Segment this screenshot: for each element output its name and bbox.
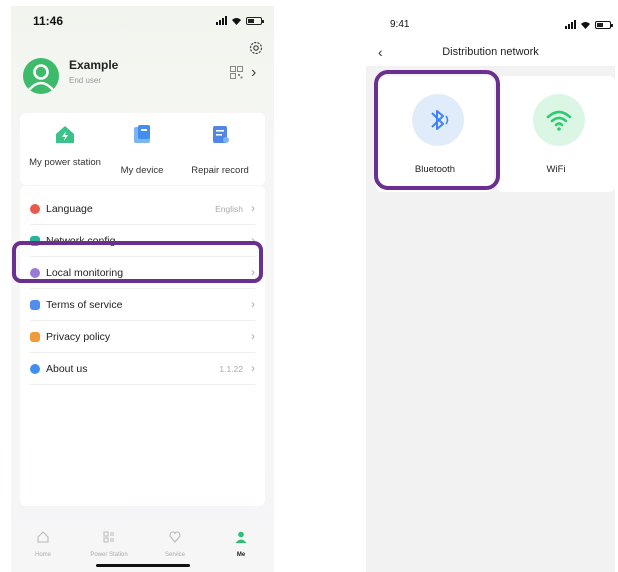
wifi-status-icon — [581, 22, 590, 29]
privacy-icon — [30, 332, 40, 342]
language-icon — [30, 204, 40, 214]
highlight-box-local-monitoring — [12, 241, 263, 283]
page-title: Distribution network — [442, 46, 539, 58]
menu-item-value: English — [215, 204, 243, 214]
tab-label: Power Station — [90, 552, 128, 558]
divider — [30, 288, 255, 289]
quick-item-label: My power station — [29, 157, 101, 168]
user-avatar-icon — [28, 64, 54, 91]
wifi-icon — [546, 110, 572, 131]
home-icon — [37, 531, 49, 543]
divider — [30, 224, 255, 225]
about-icon — [30, 364, 40, 374]
highlight-box-bluetooth — [374, 70, 500, 190]
signal-icon — [565, 20, 576, 29]
home-indicator — [96, 564, 190, 567]
divider — [30, 320, 255, 321]
battery-icon — [246, 16, 264, 25]
option-label: WiFi — [546, 164, 566, 175]
status-icons — [216, 16, 264, 25]
menu-item-value: 1.1.22 — [219, 364, 243, 374]
settings-menu: Language English › Network config › Loca… — [20, 186, 265, 506]
menu-item-label: About us — [46, 363, 88, 375]
tab-label: Me — [236, 552, 246, 558]
quick-item-my-device[interactable]: My device — [102, 123, 182, 176]
status-bar: 11:46 — [11, 6, 274, 34]
settings-gear-icon[interactable] — [248, 40, 264, 56]
status-time: 11:46 — [33, 14, 64, 28]
avatar[interactable] — [23, 58, 59, 94]
menu-item-language[interactable]: Language English › — [20, 194, 265, 225]
quick-item-repair-record[interactable]: Repair record — [180, 123, 260, 176]
chevron-right-icon: › — [251, 201, 255, 215]
tab-home[interactable]: Home — [17, 530, 69, 558]
status-bar: 9:41 ‹ Distribution network — [366, 6, 615, 66]
power-station-tab-icon — [103, 531, 114, 543]
signal-icon — [216, 16, 227, 25]
quick-item-label: My device — [120, 165, 164, 176]
tab-label: Home — [34, 552, 51, 558]
menu-item-terms-of-service[interactable]: Terms of service › — [20, 290, 265, 321]
menu-item-label: Privacy policy — [46, 331, 111, 343]
me-icon — [235, 531, 247, 543]
menu-item-about-us[interactable]: About us 1.1.22 › — [20, 354, 265, 385]
quick-item-label: Repair record — [191, 165, 249, 176]
qr-code-icon[interactable] — [230, 66, 243, 79]
tab-me[interactable]: Me — [215, 530, 267, 558]
tab-power-station[interactable]: Power Station — [83, 530, 135, 558]
profile-role: End user — [69, 76, 102, 85]
chevron-right-icon: › — [251, 297, 255, 311]
status-time: 9:41 — [390, 19, 410, 30]
wifi-status-icon — [232, 18, 241, 25]
menu-item-label: Terms of service — [46, 299, 123, 311]
chevron-right-icon: › — [251, 329, 255, 343]
wifi-option[interactable]: WiFi — [497, 76, 615, 192]
repair-record-icon — [213, 126, 229, 143]
battery-icon — [595, 20, 613, 29]
device-icon — [134, 125, 150, 143]
divider — [30, 384, 255, 385]
me-screen: 11:46 Example End user › My power statio… — [11, 6, 274, 572]
profile-name: Example — [69, 58, 119, 72]
menu-item-privacy-policy[interactable]: Privacy policy › — [20, 322, 265, 353]
service-icon — [169, 531, 181, 543]
status-icons — [565, 20, 613, 29]
quick-actions-card: My power station My device Repair record — [20, 113, 265, 185]
wifi-icon-circle — [533, 94, 585, 146]
divider — [30, 352, 255, 353]
profile-chevron-icon[interactable]: › — [251, 64, 256, 82]
tab-label: Service — [164, 552, 185, 558]
quick-item-power-station[interactable]: My power station — [25, 123, 105, 168]
chevron-right-icon: › — [251, 361, 255, 375]
menu-item-label: Language — [46, 203, 93, 215]
power-station-icon — [56, 126, 74, 143]
terms-icon — [30, 300, 40, 310]
tab-service[interactable]: Service — [149, 530, 201, 558]
